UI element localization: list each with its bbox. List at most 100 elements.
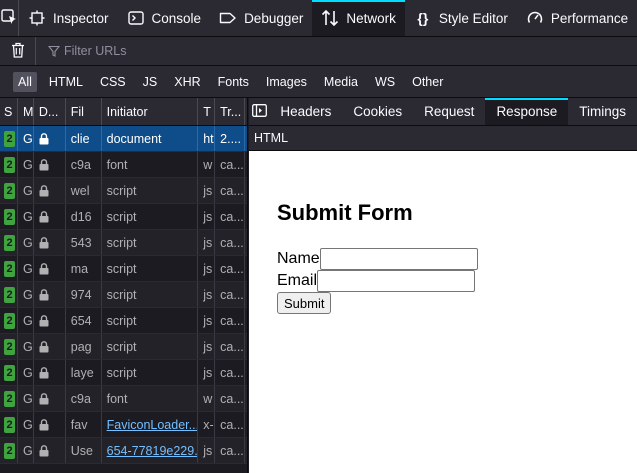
request-row[interactable]: 2Gwel script jsca...3 <box>0 178 247 204</box>
initiator-cell: font <box>102 386 199 411</box>
type-filter-js[interactable]: JS <box>138 72 163 92</box>
column-method[interactable]: M <box>18 98 34 125</box>
name-input[interactable] <box>319 248 478 270</box>
type-cell: js <box>198 308 216 333</box>
status-badge: 2 <box>4 390 15 407</box>
request-row[interactable]: 2Gclie document ht2....7 <box>0 126 247 152</box>
initiator-link[interactable]: 654-77819e229... <box>107 444 198 458</box>
type-filter-all[interactable]: All <box>13 71 37 92</box>
initiator-text: script <box>106 313 137 328</box>
request-row[interactable]: 2G 654 script jsca...1 <box>0 308 247 334</box>
size-cell: 8 <box>245 360 247 385</box>
request-row[interactable]: 2Gc9a font wca...4 <box>0 152 247 178</box>
file-cell: c9a <box>66 152 102 177</box>
tab-performance[interactable]: Performance <box>517 0 637 36</box>
type-filter-images[interactable]: Images <box>261 72 312 92</box>
status-cell: 2 <box>0 334 18 359</box>
request-row[interactable]: 2Glaye script jsca...8 <box>0 360 247 386</box>
type-cell: w <box>198 152 216 177</box>
tab-console[interactable]: Console <box>118 0 211 36</box>
name-label: Name <box>277 250 320 267</box>
request-row[interactable]: 2GfavFaviconLoader....x-ca...2 <box>0 412 247 438</box>
performance-icon <box>526 9 544 27</box>
tab-style-editor-label: Style Editor <box>438 10 508 26</box>
request-row[interactable]: 2G974scriptjsca...2 <box>0 282 247 308</box>
tab-timings[interactable]: Timings <box>568 98 637 125</box>
request-row[interactable]: 2Gd16 script jsca...1 <box>0 204 247 230</box>
tab-inspector[interactable]: Inspector <box>19 0 118 36</box>
tab-cookies[interactable]: Cookies <box>342 98 413 125</box>
status-badge: 2 <box>4 286 15 303</box>
method-cell: G <box>18 178 34 203</box>
network-icon <box>321 9 339 27</box>
tab-style-editor[interactable]: {} Style Editor <box>405 0 517 36</box>
method-cell: G <box>18 282 34 307</box>
size-cell: 4 <box>245 386 247 411</box>
tab-performance-label: Performance <box>550 10 629 26</box>
status-badge: 2 <box>4 234 15 251</box>
method-cell: G <box>18 152 34 177</box>
clear-requests-button[interactable] <box>0 37 36 65</box>
domain-cell <box>34 438 66 463</box>
tab-debugger[interactable]: Debugger <box>210 0 312 36</box>
form-title: Submit Form <box>277 200 413 225</box>
column-transferred[interactable]: Tr... <box>215 98 246 125</box>
column-status[interactable]: S <box>0 98 18 125</box>
file-cell: Use <box>66 438 102 463</box>
request-row[interactable]: 2G Use 654-77819e229...jsca...9 <box>0 438 247 464</box>
method-cell: G <box>18 412 34 437</box>
type-filter-media[interactable]: Media <box>319 72 363 92</box>
type-filter-css[interactable]: CSS <box>95 72 131 92</box>
transferred-cell: ca... <box>215 412 246 437</box>
request-row[interactable]: 2G 543 script jsca...1 <box>0 230 247 256</box>
email-input[interactable] <box>317 270 476 292</box>
column-size[interactable] <box>245 98 247 125</box>
type-filter-fonts[interactable]: Fonts <box>213 72 254 92</box>
type-filter-ws[interactable]: WS <box>370 72 400 92</box>
secure-lock-icon <box>39 288 49 301</box>
request-row[interactable]: 2Gc9a font wca...4 <box>0 386 247 412</box>
type-cell: js <box>198 204 216 229</box>
size-cell: 7 <box>245 126 247 151</box>
secure-lock-icon <box>39 262 49 275</box>
tab-request[interactable]: Request <box>413 98 485 125</box>
status-badge: 2 <box>4 182 15 199</box>
initiator-cell[interactable]: 654-77819e229... <box>102 438 199 463</box>
tab-response[interactable]: Response <box>485 98 569 125</box>
column-domain[interactable]: D... <box>34 98 66 125</box>
submit-button[interactable]: Submit <box>277 292 332 314</box>
method-cell: G <box>18 256 34 281</box>
request-row[interactable]: 2Gpag script jsca...3 <box>0 334 247 360</box>
size-cell: 9 <box>245 438 247 463</box>
request-row[interactable]: 2Gma script jsca...4 <box>0 256 247 282</box>
column-type[interactable]: T <box>198 98 216 125</box>
toggle-sidebar-button[interactable] <box>249 98 269 125</box>
tab-headers[interactable]: Headers <box>269 98 342 125</box>
initiator-cell: document <box>102 126 199 151</box>
type-filter-other[interactable]: Other <box>407 72 448 92</box>
column-file[interactable]: Fil <box>66 98 102 125</box>
tab-debugger-label: Debugger <box>244 10 304 26</box>
tab-network[interactable]: Network <box>312 0 405 36</box>
initiator-link[interactable]: FaviconLoader.... <box>107 418 198 432</box>
column-initiator[interactable]: Initiator <box>102 98 199 125</box>
element-picker-button[interactable] <box>0 0 19 36</box>
secure-lock-icon <box>39 132 49 145</box>
domain-cell <box>34 204 66 229</box>
file-cell: d16 <box>66 204 102 229</box>
type-filter-xhr[interactable]: XHR <box>169 72 205 92</box>
status-cell: 2 <box>0 230 18 255</box>
initiator-cell: script <box>102 282 199 307</box>
filter-urls-input[interactable] <box>64 44 364 58</box>
transferred-cell: 2.... <box>215 126 246 151</box>
initiator-cell[interactable]: FaviconLoader.... <box>102 412 199 437</box>
file-cell: fav <box>66 412 102 437</box>
secure-lock-icon <box>39 340 49 353</box>
domain-cell <box>34 230 66 255</box>
transferred-cell: ca... <box>215 152 246 177</box>
transferred-cell: ca... <box>215 308 246 333</box>
domain-cell <box>34 308 66 333</box>
type-filter-html[interactable]: HTML <box>44 72 88 92</box>
domain-cell <box>34 256 66 281</box>
status-badge: 2 <box>4 208 15 225</box>
